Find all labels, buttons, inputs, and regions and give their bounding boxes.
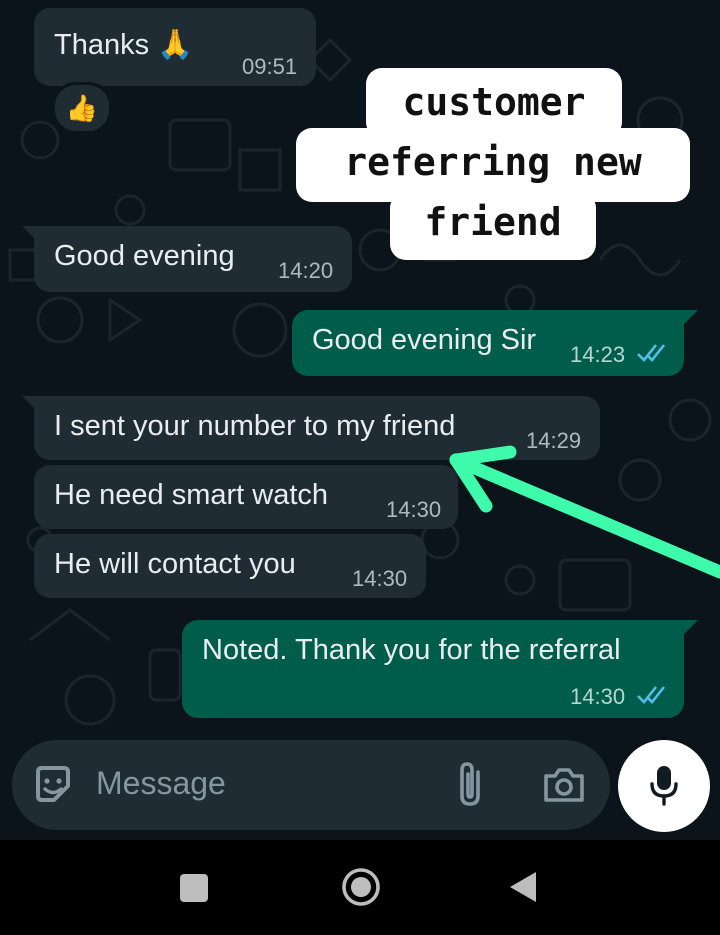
chat-area: Thanks 🙏 09:51 👍 Good evening 14:20 Good… [0, 0, 720, 840]
camera-icon[interactable] [542, 766, 586, 804]
sticker-icon[interactable] [32, 764, 74, 806]
back-triangle-icon[interactable] [508, 870, 538, 904]
voice-record-button[interactable] [618, 740, 710, 832]
system-navigation-bar [0, 840, 720, 935]
home-circle-icon[interactable] [340, 866, 382, 908]
attach-icon[interactable] [456, 762, 486, 808]
message-input[interactable]: Message [96, 765, 226, 802]
message-composer: Message [12, 740, 610, 830]
mic-icon [650, 766, 678, 806]
annotation-arrow [449, 445, 720, 579]
recents-square-icon[interactable] [180, 874, 208, 902]
